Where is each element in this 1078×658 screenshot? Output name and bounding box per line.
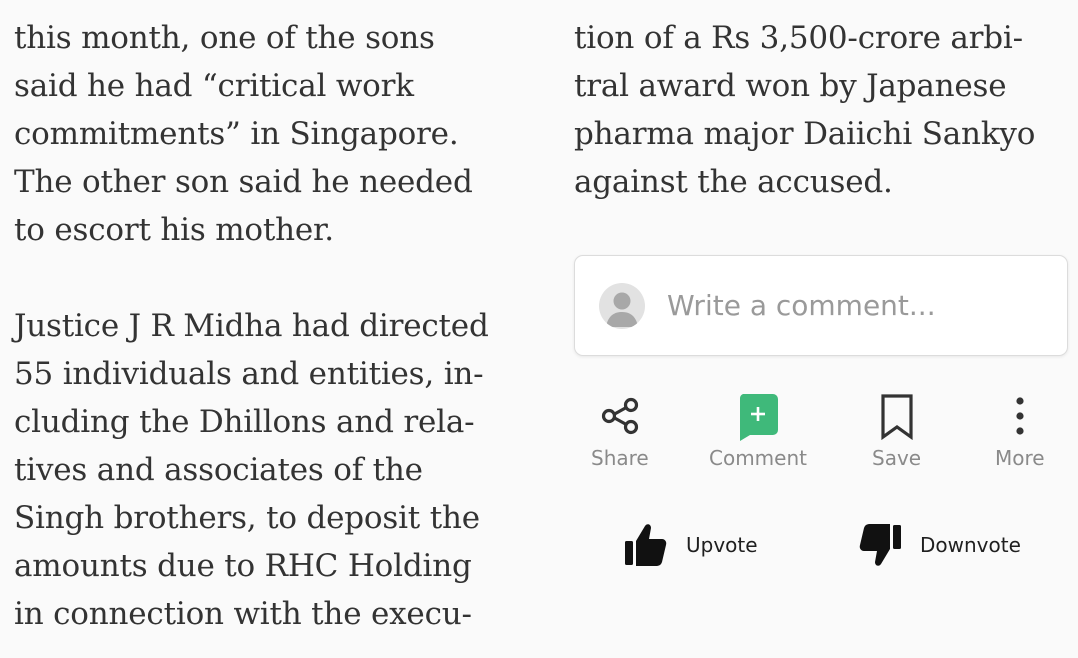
article-paragraph: this month, one of the sons said he had … (14, 14, 554, 254)
more-label: More (995, 446, 1045, 470)
text-line: this month, one of the sons (14, 20, 435, 56)
article-right-column: tion of a Rs 3,500-crore arbi- tral awar… (574, 14, 1074, 206)
text-line: against the accused. (574, 164, 893, 200)
comment-box[interactable] (574, 255, 1068, 356)
text-line: The other son said he needed (14, 164, 473, 200)
share-icon (601, 397, 638, 435)
upvote-label: Upvote (686, 533, 758, 557)
more-vertical-icon (1016, 397, 1024, 435)
comment-plus-icon (739, 394, 778, 441)
text-line: Justice J R Midha had directed (14, 308, 489, 344)
text-line: amounts due to RHC Holding (14, 548, 472, 584)
text-line: tral award won by Japanese (574, 68, 1007, 104)
thumbs-down-icon (859, 524, 901, 566)
article-paragraph: Justice J R Midha had directed 55 indivi… (14, 302, 554, 638)
action-bar: Share Comment Save More (574, 390, 1074, 480)
text-line: to escort his mother. (14, 212, 334, 248)
bookmark-icon (880, 394, 913, 440)
downvote-label: Downvote (920, 533, 1021, 557)
text-line: said he had “critical work (14, 68, 414, 104)
thumbs-up-icon (625, 524, 667, 566)
article-left-column: this month, one of the sons said he had … (14, 14, 554, 638)
text-line: 55 individuals and entities, in- (14, 356, 484, 392)
upvote-button[interactable]: Upvote (624, 522, 758, 568)
text-line: Singh brothers, to deposit the (14, 500, 480, 536)
text-line: cluding the Dhillons and rela- (14, 404, 475, 440)
text-line: commitments” in Singapore. (14, 116, 459, 152)
save-label: Save (872, 446, 922, 470)
text-line: in connection with the execu- (14, 596, 472, 632)
more-button[interactable]: More (995, 390, 1045, 470)
comment-input[interactable] (665, 288, 1049, 323)
downvote-button[interactable]: Downvote (858, 522, 1021, 568)
text-line: tion of a Rs 3,500-crore arbi- (574, 20, 1023, 56)
comment-button[interactable]: Comment (709, 390, 807, 470)
comment-label: Comment (709, 446, 807, 470)
share-button[interactable]: Share (591, 390, 649, 470)
save-button[interactable]: Save (872, 390, 921, 470)
avatar-icon (599, 282, 645, 329)
text-line: tives and associates of the (14, 452, 423, 488)
share-label: Share (591, 446, 649, 470)
text-line: pharma major Daiichi Sankyo (574, 116, 1036, 152)
